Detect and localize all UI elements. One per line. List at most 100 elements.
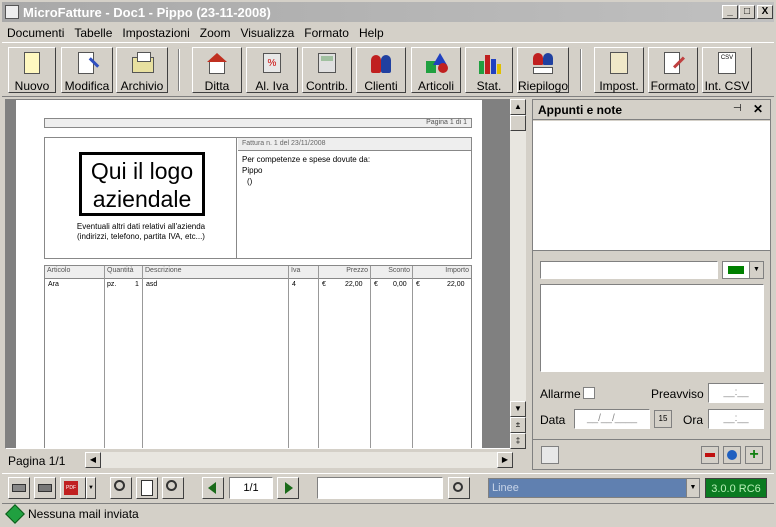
maximize-button[interactable]: □ — [739, 5, 755, 19]
calendar-icon[interactable]: 15 — [654, 410, 672, 428]
preavviso-label: Preavviso — [651, 387, 704, 401]
formato-button[interactable]: Formato — [648, 47, 698, 93]
next-page-icon[interactable] — [277, 477, 299, 499]
col-descrizione: Descrizione — [143, 266, 289, 448]
notes-title: Appunti e note — [538, 103, 622, 117]
menu-tabelle[interactable]: Tabelle — [69, 26, 117, 40]
aliva-button[interactable]: % Al. Iva — [246, 47, 298, 93]
menu-visualizza[interactable]: Visualizza — [235, 26, 299, 40]
row-unita: pz. — [107, 281, 117, 288]
menu-zoom[interactable]: Zoom — [195, 26, 236, 40]
col-articolo: Articolo — [45, 266, 105, 448]
status-ok-icon — [5, 504, 25, 524]
formato-label: Formato — [650, 79, 696, 93]
col-sconto: Sconto — [371, 266, 413, 448]
status-text: Nessuna mail inviata — [28, 507, 139, 521]
page-down-icon[interactable]: ‡ — [510, 433, 526, 449]
refresh-icon[interactable] — [723, 446, 741, 464]
menu-documenti[interactable]: Documenti — [2, 26, 69, 40]
status-bar: Nessuna mail inviata — [2, 503, 774, 524]
bar-chart-icon — [476, 51, 502, 77]
chevron-down-icon[interactable]: ▼ — [749, 262, 763, 278]
close-panel-icon[interactable]: ✕ — [753, 102, 763, 116]
allarme-checkbox[interactable] — [583, 387, 595, 399]
row-prezzo: 22,00 — [345, 281, 363, 288]
page-field[interactable]: 1/1 — [229, 477, 273, 499]
menu-formato[interactable]: Formato — [299, 26, 354, 40]
stat-button[interactable]: Stat. — [465, 47, 513, 93]
page-up-icon[interactable]: ± — [510, 417, 526, 433]
contrib-button[interactable]: Contrib. — [302, 47, 352, 93]
remove-icon[interactable] — [701, 446, 719, 464]
nuovo-label: Nuovo — [14, 79, 50, 93]
combo-chevron-icon[interactable]: ▼ — [686, 479, 699, 497]
pdf-dropdown-icon[interactable]: ▼ — [86, 477, 96, 499]
zoom-in-icon[interactable] — [110, 477, 132, 499]
menu-help[interactable]: Help — [354, 26, 389, 40]
horizontal-scroll-track[interactable] — [101, 452, 497, 468]
menu-bar: Documenti Tabelle Impostazioni Zoom Visu… — [2, 23, 774, 42]
lines-combobox[interactable]: Linee — [488, 478, 700, 498]
items-table: Articolo Quantità Descrizione Iva Prezzo… — [44, 265, 472, 448]
ditta-button[interactable]: Ditta — [192, 47, 242, 93]
search-icon[interactable] — [448, 477, 470, 499]
format-icon — [660, 51, 686, 77]
intcsv-button[interactable]: CSV Int. CSV — [702, 47, 752, 93]
scroll-right-icon[interactable]: ▶ — [497, 452, 513, 468]
page-number: Pagina 1 di 1 — [44, 118, 472, 128]
col-iva: Iva — [289, 266, 319, 448]
ora-input[interactable]: __:__ — [708, 409, 764, 429]
trash-icon[interactable] — [541, 446, 559, 464]
notes-list[interactable] — [533, 121, 770, 251]
bottom-toolbar: PDF ▼ 1/1 Linee ▼ 3.0.0 RC6 — [2, 473, 774, 500]
edit-document-icon — [74, 51, 100, 77]
clienti-button[interactable]: Clienti — [356, 47, 406, 93]
house-icon — [204, 51, 230, 77]
nuovo-button[interactable]: Nuovo — [8, 47, 56, 93]
col-prezzo: Prezzo — [319, 266, 371, 448]
scroll-left-icon[interactable]: ◀ — [85, 452, 101, 468]
articoli-label: Articoli — [417, 79, 454, 93]
scroll-up-icon[interactable]: ▲ — [510, 99, 526, 115]
full-page-icon[interactable] — [136, 477, 158, 499]
notes-panel: Appunti e note ⊣ ✕ ▼ Allarme Preavviso _… — [532, 99, 771, 470]
document-preview[interactable]: Pagina 1 di 1 Qui il logo aziendale Even… — [5, 99, 511, 449]
color-picker[interactable]: ▼ — [722, 261, 764, 279]
archivio-label: Archivio — [120, 79, 164, 93]
search-field[interactable] — [317, 477, 443, 499]
logo-line-2: aziendale — [92, 186, 192, 212]
pin-icon[interactable]: ⊣ — [733, 103, 742, 114]
prev-page-icon[interactable] — [202, 477, 224, 499]
data-input[interactable]: __/__/____ — [574, 409, 650, 429]
invoice-page: Pagina 1 di 1 Qui il logo aziendale Even… — [16, 100, 482, 448]
note-body-input[interactable] — [540, 284, 764, 372]
archivio-button[interactable]: Archivio — [116, 47, 168, 93]
toolbar: Nuovo Modifica Archivio Ditta % Al. Iva … — [2, 42, 774, 97]
menu-impostazioni[interactable]: Impostazioni — [117, 26, 194, 40]
client-name: Pippo — [242, 166, 263, 175]
close-button[interactable]: X — [757, 5, 773, 19]
print-icon[interactable] — [8, 477, 30, 499]
print-setup-icon[interactable] — [34, 477, 56, 499]
riepilogo-button[interactable]: Riepilogo — [517, 47, 569, 93]
riepilogo-label: Riepilogo — [518, 79, 569, 93]
preavviso-input[interactable]: __:__ — [708, 383, 764, 403]
scroll-down-icon[interactable]: ▼ — [510, 401, 526, 417]
minimize-button[interactable]: _ — [722, 5, 738, 19]
row-descrizione: asd — [146, 281, 158, 288]
modifica-button[interactable]: Modifica — [61, 47, 113, 93]
calculator-icon — [314, 51, 340, 77]
pdf-icon[interactable]: PDF — [60, 477, 86, 499]
articoli-button[interactable]: Articoli — [411, 47, 461, 93]
row-iva: 4 — [292, 281, 296, 288]
impost-button[interactable]: Impost. — [594, 47, 644, 93]
scroll-thumb[interactable] — [510, 115, 526, 131]
vertical-scrollbar[interactable]: ▲ ▼ ± ‡ — [510, 99, 526, 449]
invoice-number: Fattura n. 1 del 23/11/2008 — [238, 138, 471, 151]
page-indicator: Pagina 1/1 — [8, 454, 66, 468]
zoom-out-icon[interactable] — [162, 477, 184, 499]
archive-icon — [129, 51, 155, 77]
add-icon[interactable]: + — [745, 446, 763, 464]
note-title-input[interactable] — [540, 261, 718, 279]
app-icon — [5, 5, 19, 19]
